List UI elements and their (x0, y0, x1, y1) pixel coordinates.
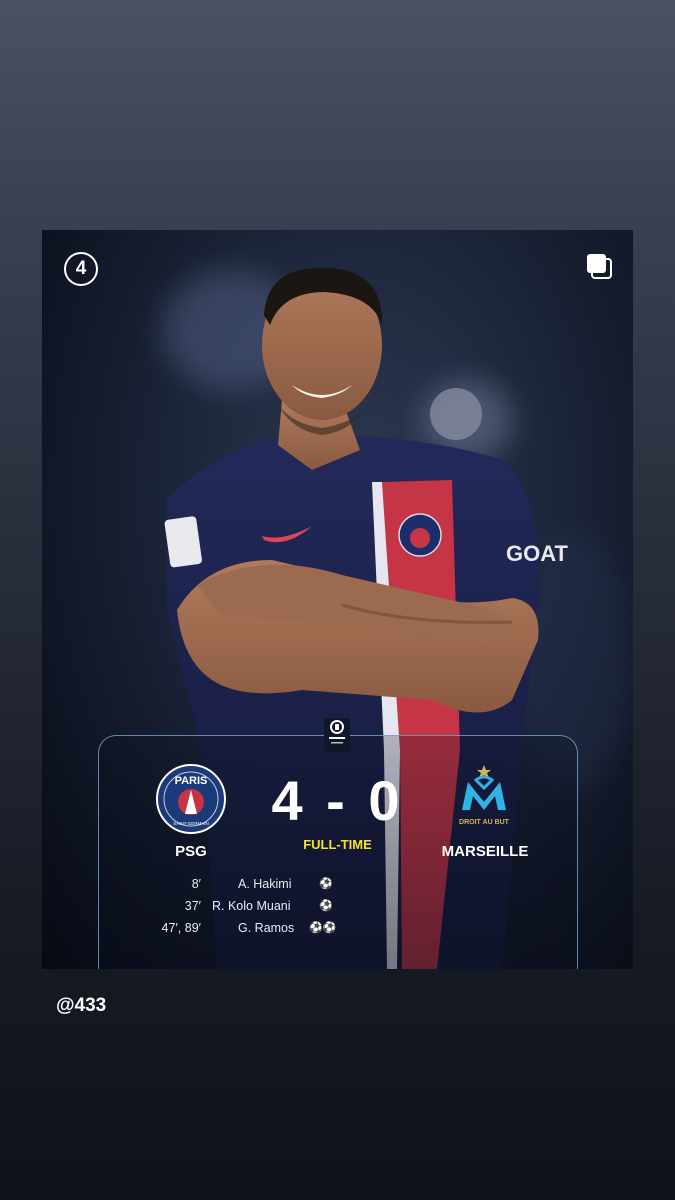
ligue-1-logo (324, 718, 350, 752)
scorers-list: 8′ A. Hakimi ⚽ 37′ R. Kolo Muani ⚽ 47′, … (162, 877, 482, 943)
scorer-name: A. Hakimi (238, 877, 292, 891)
home-team-name: PSG (175, 843, 207, 860)
scorer-name: R. Kolo Muani (212, 899, 291, 913)
goal-ball-icon: ⚽ (319, 878, 333, 890)
scorer-row: 37′ R. Kolo Muani ⚽ (162, 899, 482, 921)
scorer-row: 8′ A. Hakimi ⚽ (162, 877, 482, 899)
goal-minute: 8′ (191, 877, 201, 891)
away-team-name: MARSEILLE (441, 843, 529, 860)
svg-text:GOAT: GOAT (506, 541, 568, 566)
match-status: FULL-TIME (303, 837, 372, 852)
match-score: 4 - 0 (271, 769, 404, 832)
goal-ball-icon: ⚽⚽ (309, 922, 337, 934)
carousel-index-badge: 4 (64, 252, 98, 286)
account-handle[interactable]: @433 (56, 995, 106, 1017)
scorer-row: 47′, 89′ G. Ramos ⚽⚽ (162, 921, 482, 943)
goal-ball-icon: ⚽ (319, 900, 333, 912)
carousel-stack-icon[interactable] (585, 252, 613, 280)
goal-minute: 37′ (184, 899, 201, 913)
story-post-image[interactable]: GOAT 4 PARIS SAINT-GERMAIN DROIT AU BUT … (42, 230, 633, 969)
scorer-name: G. Ramos (238, 921, 295, 935)
goal-minute: 47′, 89′ (161, 921, 201, 935)
